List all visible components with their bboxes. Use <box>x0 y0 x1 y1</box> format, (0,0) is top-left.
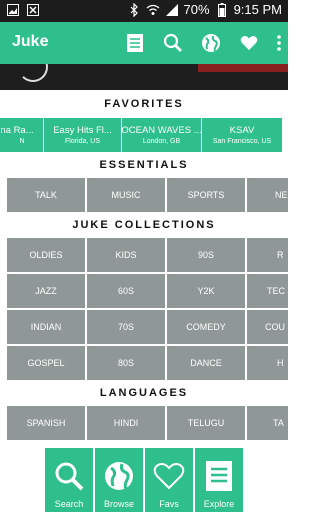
nav-search-button[interactable]: Search <box>45 448 93 512</box>
category-tile[interactable]: SPORTS <box>166 177 246 213</box>
nav-favs-button[interactable]: Favs <box>145 448 193 512</box>
category-tile[interactable]: TEC <box>246 273 288 309</box>
banner-image <box>0 64 288 90</box>
category-tile[interactable]: H <box>246 345 288 381</box>
signal-icon <box>165 3 179 17</box>
category-tile[interactable]: 70S <box>86 309 166 345</box>
category-tile[interactable]: INDIAN <box>6 309 86 345</box>
languages-heading: LANGUAGES <box>99 387 189 399</box>
category-tile[interactable]: HINDI <box>86 405 166 441</box>
category-tile[interactable]: OLDIES <box>6 237 86 273</box>
favorites-row[interactable]: na Ra... N Easy Hits Fl... Florida, US O… <box>0 117 288 153</box>
category-tile[interactable]: JAZZ <box>6 273 86 309</box>
category-tile[interactable]: MUSIC <box>86 177 166 213</box>
globe-icon[interactable] <box>198 30 224 56</box>
category-tile[interactable]: TALK <box>6 177 86 213</box>
category-tile[interactable]: SPANISH <box>6 405 86 441</box>
explore-icon <box>202 459 236 493</box>
image-notification-icon <box>6 3 20 17</box>
nav-explore-button[interactable]: Explore <box>195 448 243 512</box>
favorite-station[interactable]: Easy Hits Fl... Florida, US <box>43 117 122 153</box>
collections-row[interactable]: GOSPEL 80S DANCE H <box>0 345 288 381</box>
category-tile[interactable]: R <box>246 237 288 273</box>
category-tile[interactable]: COU <box>246 309 288 345</box>
category-tile[interactable]: TA <box>246 405 288 441</box>
station-location: Florida, US <box>64 138 100 145</box>
favorites-heading: FAVORITES <box>104 98 184 110</box>
app-bar: Juke <box>0 22 288 64</box>
category-tile[interactable]: 90S <box>166 237 246 273</box>
category-tile[interactable]: 80S <box>86 345 166 381</box>
heart-icon[interactable] <box>236 30 262 56</box>
bottom-nav: Search Browse Favs Explore <box>45 448 243 512</box>
category-tile[interactable]: DANCE <box>166 345 246 381</box>
list-icon[interactable] <box>122 30 148 56</box>
heart-icon <box>152 459 186 493</box>
category-tile[interactable]: COMEDY <box>166 309 246 345</box>
nav-label: Browse <box>103 499 134 509</box>
category-tile[interactable]: 60S <box>86 273 166 309</box>
nav-label: Explore <box>203 499 235 509</box>
station-location: N <box>19 138 25 145</box>
status-bar: 70% 9:15 PM <box>0 0 288 22</box>
category-tile[interactable]: TELUGU <box>166 405 246 441</box>
tools-notification-icon <box>26 3 40 17</box>
station-name: na Ra... <box>0 125 34 136</box>
banner-stripe <box>198 64 288 72</box>
station-location: San Francisco, US <box>212 138 272 145</box>
collections-heading: JUKE COLLECTIONS <box>72 219 216 231</box>
nav-label: Favs <box>159 499 179 509</box>
nav-browse-button[interactable]: Browse <box>95 448 143 512</box>
collections-row[interactable]: INDIAN 70S COMEDY COU <box>0 309 288 345</box>
nav-label: Search <box>54 499 84 509</box>
essentials-heading: ESSENTIALS <box>99 159 189 171</box>
bluetooth-icon <box>127 2 141 17</box>
station-name: Easy Hits Fl... <box>53 125 112 136</box>
favorite-station[interactable]: na Ra... N <box>0 117 44 153</box>
battery-icon <box>215 2 229 17</box>
overflow-menu-icon[interactable] <box>274 30 284 56</box>
clock: 9:15 PM <box>233 2 282 17</box>
station-name: OCEAN WAVES ... <box>121 125 202 136</box>
essentials-row[interactable]: TALK MUSIC SPORTS NE <box>0 177 288 213</box>
wifi-icon <box>146 3 160 17</box>
languages-row[interactable]: SPANISH HINDI TELUGU TA <box>0 405 288 441</box>
banner-decoration <box>18 64 48 82</box>
search-icon[interactable] <box>160 30 186 56</box>
favorite-station[interactable]: OCEAN WAVES ... London, GB <box>121 117 202 153</box>
category-tile[interactable]: NE <box>246 177 288 213</box>
category-tile[interactable]: GOSPEL <box>6 345 86 381</box>
app-title: Juke <box>12 33 49 50</box>
collections-row[interactable]: OLDIES KIDS 90S R <box>0 237 288 273</box>
category-tile[interactable]: KIDS <box>86 237 166 273</box>
search-icon <box>52 459 86 493</box>
globe-icon <box>102 459 136 493</box>
station-name: KSAV <box>229 125 255 136</box>
collections-row[interactable]: JAZZ 60S Y2K TEC <box>0 273 288 309</box>
category-tile[interactable]: Y2K <box>166 273 246 309</box>
station-location: London, GB <box>142 138 181 145</box>
favorite-station[interactable]: KSAV San Francisco, US <box>201 117 283 153</box>
battery-level: 70% <box>183 2 210 17</box>
